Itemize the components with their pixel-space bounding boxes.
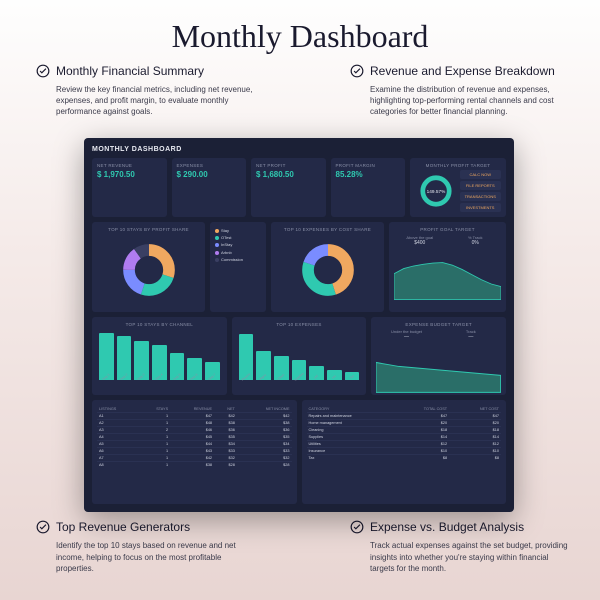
corner-title: Monthly Financial Summary: [56, 64, 204, 78]
kpi-value: $ 1,970.50: [97, 170, 162, 179]
kpi-label: NET PROFIT: [256, 163, 321, 168]
page-title: Monthly Dashboard: [0, 0, 600, 69]
donut-profit-legend: StayOTestInStayArbnbCommission: [210, 222, 266, 312]
panel-title: MONTHLY PROFIT TARGET: [415, 163, 501, 168]
corner-top-revenue: Top Revenue Generators Identify the top …: [36, 520, 256, 574]
donut-expense-share: TOP 10 EXPENSES BY COST SHARE: [271, 222, 384, 312]
kpi-label: NET REVENUE: [97, 163, 162, 168]
svg-text:149.57%: 149.57%: [426, 189, 445, 195]
bar-stays-channel: TOP 10 STAYS BY CHANNEL Stay 1Stay 2Stay…: [92, 317, 227, 395]
gauge-icon: 149.57%: [419, 174, 453, 208]
check-circle-icon: [36, 520, 50, 534]
corner-financial-summary: Monthly Financial Summary Review the key…: [36, 64, 256, 118]
panel-title: EXPENSE BUDGET TARGET: [376, 322, 501, 327]
corner-title: Expense vs. Budget Analysis: [370, 520, 524, 534]
panel-title: PROFIT GOAL TARGET: [394, 227, 501, 232]
kpi-net-profit: NET PROFIT $ 1,680.50: [251, 158, 326, 217]
dashboard-title: MONTHLY DASHBOARD: [92, 146, 506, 153]
corner-expense-budget: Expense vs. Budget Analysis Track actual…: [350, 520, 570, 574]
corner-desc: Review the key financial metrics, includ…: [36, 84, 256, 118]
kpi-net-revenue: NET REVENUE $ 1,970.50: [92, 158, 167, 217]
check-circle-icon: [350, 520, 364, 534]
expense-budget-area-chart: [376, 340, 501, 395]
kpi-label: EXPENSES: [177, 163, 242, 168]
profit-goal-panel: PROFIT GOAL TARGET Above the goal$400 % …: [389, 222, 506, 312]
kpi-value: 85.28%: [336, 170, 401, 179]
corner-desc: Identify the top 10 stays based on reven…: [36, 540, 256, 574]
dashboard-card: MONTHLY DASHBOARD NET REVENUE $ 1,970.50…: [84, 138, 514, 512]
check-circle-icon: [350, 64, 364, 78]
corner-desc: Examine the distribution of revenue and …: [350, 84, 570, 118]
donut-profit-share: TOP 10 STAYS BY PROFIT SHARE: [92, 222, 205, 312]
mini-value: $400: [394, 240, 446, 246]
kpi-value: $ 1,680.50: [256, 170, 321, 179]
kpi-label: PROFIT MARGIN: [336, 163, 401, 168]
bar-top-expenses: TOP 10 EXPENSES RepairsMgmtCleanSupplies…: [232, 317, 367, 395]
corner-desc: Track actual expenses against the set bu…: [350, 540, 570, 574]
file-reports-button[interactable]: FILE REPORTS: [460, 181, 502, 190]
calc-now-button[interactable]: CALC NOW: [460, 170, 502, 179]
investments-button[interactable]: INVESTMENTS: [460, 203, 502, 212]
check-circle-icon: [36, 64, 50, 78]
profit-goal-area-chart: [394, 249, 501, 307]
table-listings: LISTINGSSTAYSREVENUENETNET INCOMEA11$47$…: [92, 400, 297, 504]
expense-budget-panel: EXPENSE BUDGET TARGET Under the budget— …: [371, 317, 506, 395]
transactions-button[interactable]: TRANSACTIONS: [460, 192, 502, 201]
kpi-profit-margin: PROFIT MARGIN 85.28%: [331, 158, 406, 217]
corner-title: Revenue and Expense Breakdown: [370, 64, 555, 78]
profit-target-panel: MONTHLY PROFIT TARGET 149.57% CALC NOW F…: [410, 158, 506, 217]
kpi-value: $ 290.00: [177, 170, 242, 179]
corner-title: Top Revenue Generators: [56, 520, 190, 534]
table-categories: CATEGORYTOTAL COSTNET COSTRepairs and ma…: [302, 400, 507, 504]
kpi-expenses: EXPENSES $ 290.00: [172, 158, 247, 217]
corner-revenue-expense: Revenue and Expense Breakdown Examine th…: [350, 64, 570, 118]
mini-value: 0%: [450, 240, 502, 246]
